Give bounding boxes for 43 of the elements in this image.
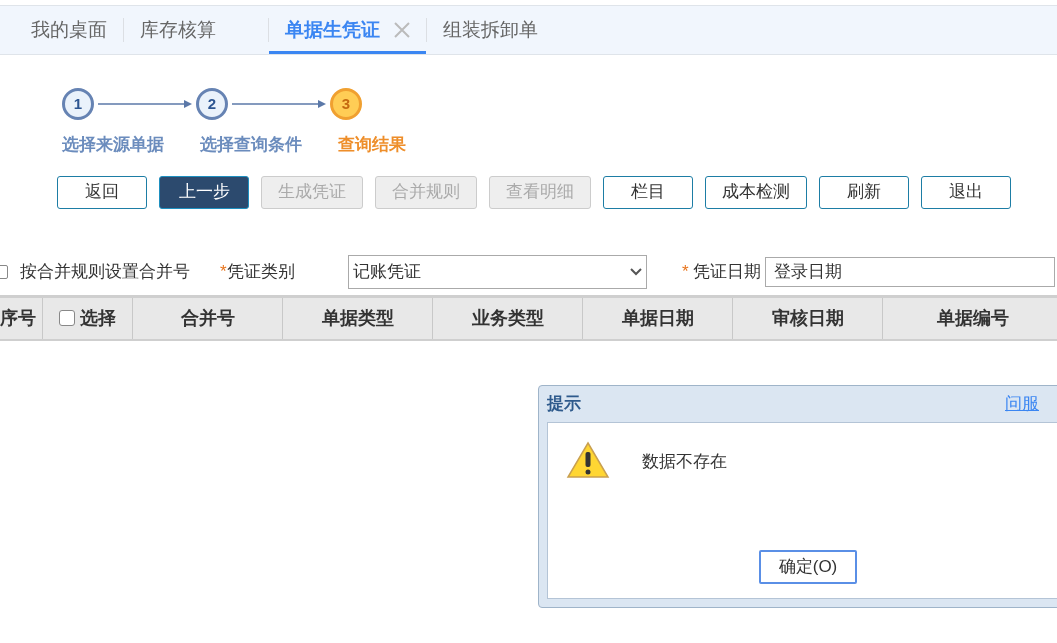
select-field[interactable]: 记账凭证 [348, 254, 647, 289]
checkbox-label: 按合并规则设置合并号 [20, 260, 190, 283]
column-header: 单据编号 [936, 306, 1009, 330]
tab[interactable]: 我的桌面 [15, 6, 123, 54]
checkbox[interactable] [59, 310, 75, 326]
chevron-down-icon [630, 267, 642, 276]
dialog-message: 数据不存在 [642, 451, 727, 473]
input-value: 登录日期 [773, 260, 842, 283]
column-header: 选择 [80, 306, 116, 330]
tab-label: 库存核算 [140, 17, 216, 42]
column-header: 审核日期 [771, 306, 844, 330]
toolbar-button[interactable]: 刷新 [819, 175, 909, 209]
step-label: 查询结果 [338, 134, 407, 156]
arrow-icon [232, 99, 326, 109]
column-header: 单据日期 [621, 306, 694, 330]
step-label: 选择来源单据 [62, 134, 165, 156]
input-field[interactable]: 登录日期 [764, 256, 1055, 287]
tab-label: 组装拆卸单 [443, 17, 538, 42]
confirm-button[interactable]: 确定(O) [759, 550, 857, 584]
column-header: 序号 [0, 306, 36, 330]
arrow-icon [98, 99, 192, 109]
field-label: *凭证类别 [220, 260, 296, 283]
column-header: 业务类型 [471, 306, 544, 330]
tab[interactable]: 库存核算 [124, 6, 232, 54]
close-icon[interactable] [394, 22, 410, 38]
field-label: * 凭证日期 [682, 260, 761, 283]
toolbar-button[interactable]: 成本检测 [705, 175, 807, 209]
select-value: 记账凭证 [353, 260, 421, 283]
dialog-title: 提示 [547, 393, 581, 416]
step-number: 1 [62, 88, 94, 120]
toolbar-button[interactable]: 栏目 [603, 175, 693, 209]
step-number: 3 [330, 88, 362, 120]
toolbar-button[interactable]: 退出 [921, 175, 1011, 209]
column-header: 单据类型 [321, 306, 394, 330]
toolbar-button[interactable]: 上一步 [159, 175, 249, 209]
step-number: 2 [196, 88, 228, 120]
tab-label: 我的桌面 [31, 17, 107, 42]
tab-label: 单据生凭证 [285, 17, 380, 42]
toolbar-button[interactable]: 返回 [57, 175, 147, 209]
tab[interactable]: 组装拆卸单 [427, 6, 554, 54]
step-label: 选择查询条件 [200, 134, 303, 156]
column-header: 合并号 [180, 306, 235, 330]
warning-icon [566, 441, 610, 479]
